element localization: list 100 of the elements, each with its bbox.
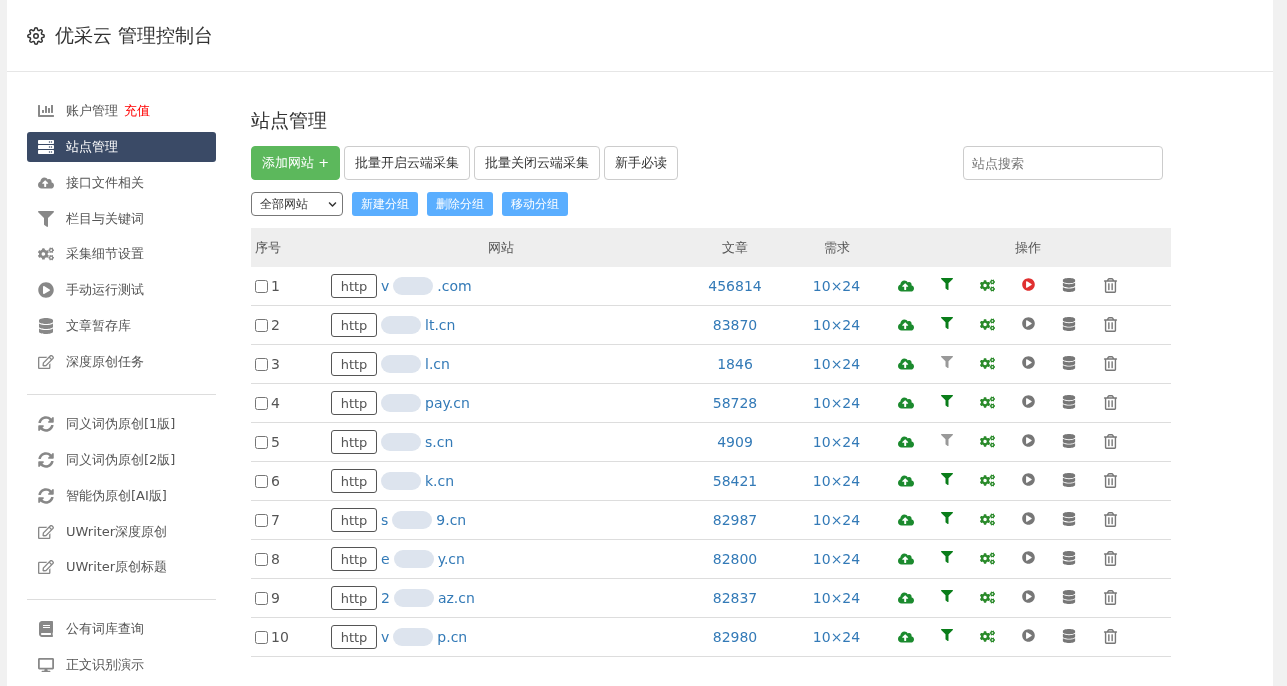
cloud-upload-icon[interactable] <box>897 356 914 372</box>
sidebar-item[interactable]: 同义词伪原创[2版] <box>27 444 216 475</box>
cloud-upload-icon[interactable] <box>897 590 914 606</box>
database-icon[interactable] <box>1061 356 1076 372</box>
row-checkbox[interactable] <box>255 357 268 371</box>
row-checkbox[interactable] <box>255 474 268 488</box>
protocol-button[interactable]: http <box>331 352 377 376</box>
sidebar-item[interactable]: 账户管理 充值 <box>27 96 216 126</box>
cloud-upload-icon[interactable] <box>897 512 914 528</box>
row-checkbox[interactable] <box>255 279 268 293</box>
row-number: 6 <box>271 473 280 489</box>
trash-icon[interactable] <box>1102 356 1118 372</box>
gears-icon[interactable] <box>979 356 995 372</box>
domain-text: lt.cn <box>425 317 456 333</box>
row-checkbox[interactable] <box>255 552 268 566</box>
gears-icon[interactable] <box>979 395 995 411</box>
page-title: 站点管理 <box>251 108 328 133</box>
play-icon[interactable] <box>1021 317 1035 333</box>
database-icon[interactable] <box>1061 551 1076 567</box>
play-icon[interactable] <box>1021 473 1035 489</box>
protocol-button[interactable]: http <box>331 313 377 337</box>
database-icon[interactable] <box>1061 473 1076 489</box>
row-checkbox[interactable] <box>255 630 268 644</box>
gears-icon[interactable] <box>979 278 995 294</box>
sidebar-item[interactable]: 正文识别演示 <box>27 650 216 681</box>
gears-icon[interactable] <box>979 434 995 450</box>
play-icon[interactable] <box>1021 434 1035 450</box>
cloud-upload-icon[interactable] <box>897 551 914 567</box>
row-number: 8 <box>271 551 280 567</box>
sidebar-item[interactable]: UWriter深度原创 <box>27 516 216 547</box>
trash-icon[interactable] <box>1102 473 1118 489</box>
group-select[interactable]: 全部网站 <box>251 192 343 216</box>
row-checkbox[interactable] <box>255 396 268 410</box>
protocol-button[interactable]: http <box>331 586 377 610</box>
trash-icon[interactable] <box>1102 551 1118 567</box>
gears-icon[interactable] <box>979 512 995 528</box>
sidebar-item[interactable]: 站点管理 <box>27 131 216 162</box>
sidebar-item[interactable]: 公有词库查询 <box>27 614 216 645</box>
cloud-upload-icon[interactable] <box>897 434 914 450</box>
protocol-button[interactable]: http <box>331 547 377 571</box>
gears-icon[interactable] <box>979 590 995 606</box>
play-icon[interactable] <box>1021 551 1035 567</box>
sidebar-item[interactable]: 同义词伪原创[1版] <box>27 409 216 439</box>
sidebar-item[interactable]: UWriter原创标题 <box>27 552 216 583</box>
cloud-upload-icon[interactable] <box>897 278 914 294</box>
gears-icon[interactable] <box>979 551 995 567</box>
play-icon[interactable] <box>1021 278 1035 294</box>
column-header: 需求 <box>822 238 851 257</box>
trash-icon[interactable] <box>1102 278 1118 294</box>
play-icon[interactable] <box>1021 629 1035 645</box>
protocol-button[interactable]: http <box>331 625 377 649</box>
play-icon[interactable] <box>1021 512 1035 528</box>
sidebar-item[interactable]: 文章暂存库 <box>27 311 216 342</box>
search-field[interactable]: 站点搜索 <box>963 146 1163 180</box>
sidebar-item[interactable]: 接口文件相关 <box>27 167 216 198</box>
database-icon[interactable] <box>1061 395 1076 411</box>
sidebar-label: 同义词伪原创[2版] <box>66 450 176 469</box>
play-icon[interactable] <box>1021 395 1035 411</box>
play-icon[interactable] <box>1021 356 1035 372</box>
gears-icon[interactable] <box>979 317 995 333</box>
sidebar-item[interactable]: 智能伪原创[AI版] <box>27 480 216 511</box>
row-checkbox[interactable] <box>255 513 268 527</box>
sidebar-item[interactable]: 手动运行测试 <box>27 275 216 306</box>
protocol-button[interactable]: http <box>331 508 377 532</box>
database-icon[interactable] <box>1061 278 1076 294</box>
database-icon[interactable] <box>1061 512 1076 528</box>
trash-icon[interactable] <box>1102 629 1118 645</box>
database-icon[interactable] <box>1061 317 1076 333</box>
protocol-button[interactable]: http <box>331 469 377 493</box>
trash-icon[interactable] <box>1102 395 1118 411</box>
recharge-link[interactable]: 充值 <box>124 101 150 120</box>
sidebar-item[interactable]: 深度原创任务 <box>27 347 216 377</box>
row-checkbox[interactable] <box>255 591 268 605</box>
row-checkbox[interactable] <box>255 435 268 449</box>
row-checkbox[interactable] <box>255 318 268 332</box>
gears-icon[interactable] <box>979 629 995 645</box>
sidebar-item[interactable]: 采集细节设置 <box>27 239 216 270</box>
cloud-upload-icon[interactable] <box>897 629 914 645</box>
sidebar-label: 正文识别演示 <box>66 656 144 675</box>
gears-icon[interactable] <box>979 473 995 489</box>
trash-icon[interactable] <box>1102 512 1118 528</box>
database-icon[interactable] <box>1061 434 1076 450</box>
sidebar-item[interactable]: 栏目与关键词 <box>27 203 216 234</box>
domain-text: s.cn <box>425 434 454 450</box>
database-icon[interactable] <box>1061 590 1076 606</box>
protocol-button[interactable]: http <box>331 274 377 298</box>
protocol-button[interactable]: http <box>331 391 377 415</box>
play-icon[interactable] <box>1021 590 1035 606</box>
toolbar-button[interactable]: 批量开启云端采集 <box>344 146 471 180</box>
trash-icon[interactable] <box>1102 317 1118 333</box>
cloud-upload-icon[interactable] <box>897 395 914 411</box>
toolbar-button[interactable]: 批量关闭云端采集 <box>474 146 601 180</box>
trash-icon[interactable] <box>1102 434 1118 450</box>
protocol-button[interactable]: http <box>331 430 377 454</box>
trash-icon[interactable] <box>1102 590 1118 606</box>
blur-mark <box>393 589 434 607</box>
cloud-upload-icon[interactable] <box>897 317 914 333</box>
cloud-upload-icon[interactable] <box>897 473 914 489</box>
toolbar-button[interactable]: 新手必读 <box>604 146 679 180</box>
database-icon[interactable] <box>1061 629 1076 645</box>
